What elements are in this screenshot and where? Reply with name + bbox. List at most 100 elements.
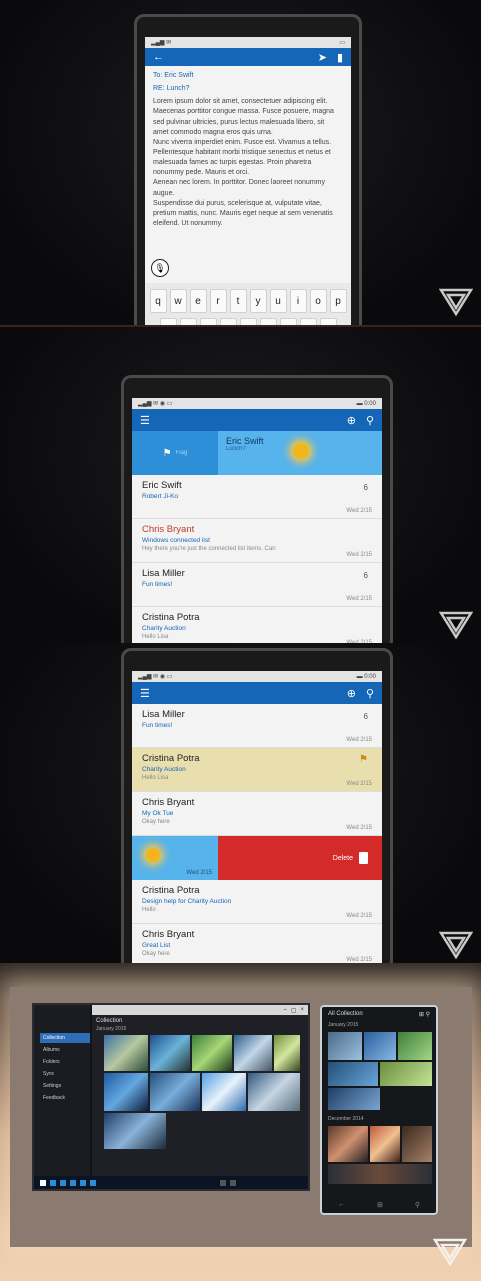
mail-item[interactable]: Cristina Potra Charity Auction Hello Lisa W… bbox=[132, 748, 382, 792]
back-arrow-icon[interactable]: ← bbox=[153, 51, 164, 63]
mail-item[interactable]: Eric Swift Robert Ji-Ko Wed 2/15 6 bbox=[132, 475, 382, 519]
mail-item[interactable]: Cristina Potra Charity Auction Hello Lisa W… bbox=[132, 607, 382, 643]
mail-item[interactable]: Chris Bryant My Ok Tue Okay here Wed 2/15 bbox=[132, 792, 382, 836]
verge-logo-icon bbox=[438, 287, 474, 317]
compose-body[interactable]: To: Eric Swift RE: Lunch? Lorem ipsum do… bbox=[145, 66, 351, 234]
swipe-row-flag[interactable]: ⚑ Flag Eric Swift Lunch? bbox=[132, 431, 382, 475]
new-mail-icon[interactable]: ⊕ bbox=[347, 414, 356, 427]
photo-thumb[interactable] bbox=[328, 1032, 362, 1060]
dragged-mail-item[interactable]: Wed 2/15 bbox=[132, 836, 218, 880]
maximize-icon[interactable]: ▢ bbox=[291, 1007, 297, 1014]
back-icon[interactable]: ← bbox=[338, 1201, 345, 1209]
photo-thumb[interactable] bbox=[380, 1062, 432, 1086]
photo-thumb[interactable] bbox=[150, 1035, 190, 1071]
send-icon[interactable]: ➤ bbox=[318, 51, 327, 64]
message-line: Maecenas porttitor congue massa. Fusce p… bbox=[153, 108, 334, 116]
photo-thumb[interactable] bbox=[364, 1032, 396, 1060]
dragged-mail-item[interactable]: Eric Swift Lunch? bbox=[218, 431, 382, 475]
key-h[interactable]: h bbox=[259, 318, 277, 325]
sender-name: Chris Bryant bbox=[142, 524, 195, 535]
minimize-icon[interactable]: – bbox=[283, 1007, 286, 1013]
mail-item[interactable]: Lisa Miller Fun times! Wed 2/15 6 bbox=[132, 704, 382, 748]
subject-field[interactable]: RE: Lunch? bbox=[153, 84, 343, 94]
nav-item-feedback[interactable]: Feedback bbox=[40, 1093, 90, 1103]
key-u[interactable]: u bbox=[269, 289, 287, 313]
swipe-row-delete[interactable]: Wed 2/15 Delete bbox=[132, 836, 382, 880]
key-o[interactable]: o bbox=[309, 289, 327, 313]
taskbar-app-icon[interactable] bbox=[230, 1179, 236, 1186]
mail-subject: Fun times! bbox=[142, 581, 173, 588]
photo-thumb[interactable] bbox=[192, 1035, 232, 1071]
mail-item[interactable]: Lisa Miller Fun times! Wed 2/15 6 bbox=[132, 563, 382, 607]
photo-thumb[interactable] bbox=[328, 1164, 432, 1184]
photo-thumb[interactable] bbox=[328, 1126, 368, 1162]
photo-thumb[interactable] bbox=[202, 1073, 246, 1111]
new-mail-icon[interactable]: ⊕ bbox=[347, 687, 356, 700]
key-d[interactable]: d bbox=[199, 318, 217, 325]
flag-action[interactable]: ⚑ Flag bbox=[132, 431, 218, 475]
key-w[interactable]: w bbox=[169, 289, 187, 313]
key-l[interactable]: l bbox=[319, 318, 337, 325]
mail-item[interactable]: Cristina Potra Design help for Charity Au… bbox=[132, 880, 382, 924]
search-icon[interactable]: ⚲ bbox=[366, 687, 374, 700]
key-i[interactable]: i bbox=[289, 289, 307, 313]
delete-icon[interactable]: ▮ bbox=[337, 51, 343, 64]
key-s[interactable]: s bbox=[179, 318, 197, 325]
photo-thumb[interactable] bbox=[150, 1073, 200, 1111]
hamburger-menu-icon[interactable]: ☰ bbox=[140, 687, 150, 700]
key-p[interactable]: p bbox=[329, 289, 347, 313]
windows-icon[interactable]: ⊞ bbox=[377, 1201, 383, 1209]
taskbar-app-icon[interactable] bbox=[50, 1179, 56, 1186]
hamburger-menu-icon[interactable]: ☰ bbox=[140, 414, 150, 427]
nav-item-folders[interactable]: Folders bbox=[40, 1057, 90, 1067]
microphone-icon[interactable]: 🎙 bbox=[151, 259, 169, 277]
nav-item-albums[interactable]: Albums bbox=[40, 1045, 90, 1055]
search-icon[interactable]: ⚲ bbox=[366, 414, 374, 427]
mail-preview: Okay here bbox=[142, 819, 170, 825]
taskbar-app-icon[interactable] bbox=[80, 1179, 86, 1186]
key-a[interactable]: a bbox=[159, 318, 177, 325]
key-j[interactable]: j bbox=[279, 318, 297, 325]
title-bar: – ▢ × bbox=[92, 1005, 308, 1015]
phone-on-display: All Collection ⊞ ⚲ January 2015 December… bbox=[320, 1005, 438, 1215]
key-g[interactable]: g bbox=[239, 318, 257, 325]
key-y[interactable]: y bbox=[249, 289, 267, 313]
photo-thumb[interactable] bbox=[234, 1035, 272, 1071]
photo-thumb[interactable] bbox=[328, 1062, 378, 1086]
nav-item-settings[interactable]: Settings bbox=[40, 1081, 90, 1091]
key-t[interactable]: t bbox=[229, 289, 247, 313]
mail-item[interactable]: Chris Bryant Windows connected list Hey th… bbox=[132, 519, 382, 563]
key-f[interactable]: f bbox=[219, 318, 237, 325]
to-field[interactable]: To: Eric Swift bbox=[153, 71, 343, 81]
delete-action[interactable]: Delete bbox=[218, 836, 382, 880]
status-bar: ▂▄▆ ✉ ▭ bbox=[145, 37, 351, 48]
close-icon[interactable]: × bbox=[300, 1007, 304, 1013]
taskbar-app-icon[interactable] bbox=[60, 1179, 66, 1186]
photo-thumb[interactable] bbox=[104, 1073, 148, 1111]
start-icon[interactable] bbox=[40, 1179, 46, 1186]
photo-thumb[interactable] bbox=[402, 1126, 432, 1162]
photo-thumb[interactable] bbox=[104, 1035, 148, 1071]
nav-item-sync[interactable]: Sync bbox=[40, 1069, 90, 1079]
key-e[interactable]: e bbox=[189, 289, 207, 313]
photo-thumb[interactable] bbox=[370, 1126, 400, 1162]
phone-toolbar-icons[interactable]: ⊞ ⚲ bbox=[419, 1011, 430, 1018]
key-k[interactable]: k bbox=[299, 318, 317, 325]
mail-subject: Charity Auction bbox=[142, 625, 186, 632]
photo-thumb[interactable] bbox=[328, 1088, 380, 1110]
photo-thumb[interactable] bbox=[248, 1073, 300, 1111]
key-r[interactable]: r bbox=[209, 289, 227, 313]
taskbar-app-icon[interactable] bbox=[220, 1179, 226, 1186]
mail-item[interactable]: Chris Bryant Great List Okay here Wed 2/15 bbox=[132, 924, 382, 963]
photo-thumb[interactable] bbox=[274, 1035, 300, 1071]
message-line: sed pulvinar ultricies, purus lectus mal… bbox=[153, 118, 325, 126]
search-icon[interactable]: ⚲ bbox=[415, 1201, 420, 1209]
photo-thumb[interactable] bbox=[104, 1113, 166, 1149]
nav-item-collection[interactable]: Collection bbox=[40, 1033, 90, 1043]
taskbar-app-icon[interactable] bbox=[90, 1179, 96, 1186]
taskbar-app-icon[interactable] bbox=[70, 1179, 76, 1186]
verge-logo-icon bbox=[432, 1237, 468, 1267]
photo-thumb[interactable] bbox=[398, 1032, 432, 1060]
message-text[interactable]: Lorem ipsum dolor sit amet, consectetuer… bbox=[153, 97, 343, 229]
key-q[interactable]: q bbox=[149, 289, 167, 313]
